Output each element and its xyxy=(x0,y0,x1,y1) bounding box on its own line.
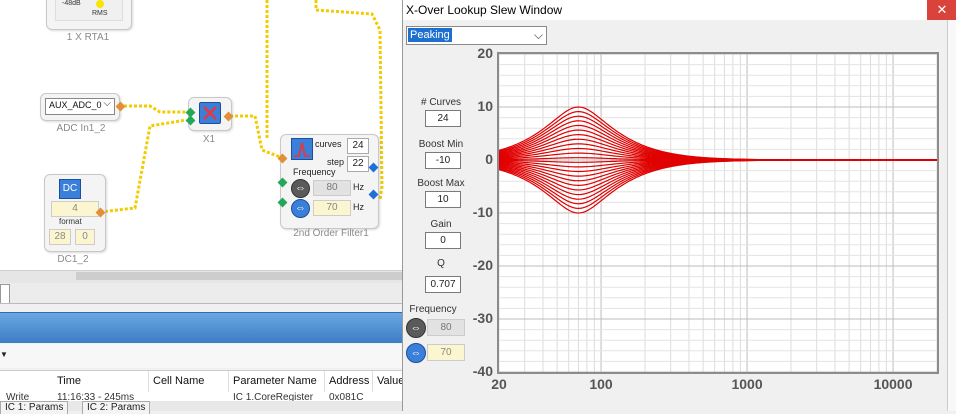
rta-value: -48dB xyxy=(62,0,81,7)
filter-block[interactable]: curves 24 step 22 Frequency ⇔ 80 Hz ⇔ 70… xyxy=(280,134,379,229)
x-tick-label: 20 xyxy=(491,376,507,392)
filter-response-icon xyxy=(291,138,313,160)
multiply-icon xyxy=(199,102,221,124)
dc-format-label: format xyxy=(59,217,82,226)
adc-select-value: AUX_ADC_0 xyxy=(49,100,102,110)
boost-max-label: Boost Max xyxy=(417,178,465,189)
boost-max-input[interactable]: 10 xyxy=(425,191,461,208)
rta-rms-label: RMS xyxy=(92,10,108,17)
filter-freq-a-value[interactable]: 80 xyxy=(313,180,351,196)
x-tick-label: 10000 xyxy=(873,376,913,392)
grid-header-cell-name[interactable]: Cell Name xyxy=(153,375,204,387)
adc-block[interactable]: AUX_ADC_0 ⌵ xyxy=(40,93,120,121)
mode-select[interactable]: Peaking ⌵ xyxy=(406,26,547,45)
y-tick-label: 0 xyxy=(485,151,493,167)
filter-freq-a-unit: Hz xyxy=(353,182,364,192)
mode-select-value: Peaking xyxy=(408,28,452,42)
tab-ic2-params[interactable]: IC 2: Params xyxy=(82,401,151,414)
canvas-scrollbar-thumb[interactable] xyxy=(76,272,404,280)
dc-format-a[interactable]: 28 xyxy=(49,229,71,245)
gain-input[interactable]: 0 xyxy=(425,232,461,249)
response-curve xyxy=(499,124,937,161)
frequency-a-input[interactable]: 80 xyxy=(427,319,465,336)
response-plot-svg xyxy=(499,54,937,372)
document-tab-strip xyxy=(0,283,404,304)
rta-block[interactable]: -48dB RMS xyxy=(46,0,132,30)
filter-freq-b-unit: Hz xyxy=(353,202,364,212)
close-button[interactable]: ✕ xyxy=(927,0,956,20)
schematic-canvas[interactable]: -48dB RMS 1 X RTA1 AUX_ADC_0 ⌵ ADC In1_2… xyxy=(0,0,404,270)
response-curve xyxy=(499,106,937,161)
rta-caption: 1 X RTA1 xyxy=(66,32,110,43)
filter-step-value[interactable]: 22 xyxy=(347,156,369,172)
rta-display: -48dB RMS xyxy=(55,0,123,21)
response-curve xyxy=(499,159,937,209)
frequency-a-button[interactable]: ⇔ xyxy=(406,318,426,338)
dc-icon: DC xyxy=(59,179,81,199)
document-tab[interactable] xyxy=(0,284,10,303)
y-tick-label: -20 xyxy=(472,257,493,273)
boost-min-label: Boost Min xyxy=(418,139,464,150)
chevron-down-icon: ⌵ xyxy=(533,28,543,42)
chevron-down-icon: ⌵ xyxy=(103,98,111,109)
response-plot[interactable] xyxy=(497,52,939,374)
grid-header-time[interactable]: Time xyxy=(57,375,81,387)
dc-caption: DC1_2 xyxy=(57,254,89,265)
y-tick-label: 10 xyxy=(477,98,493,114)
curves-label: # Curves xyxy=(420,97,461,108)
dropdown-arrow-icon[interactable]: ▼ xyxy=(0,350,8,359)
grid-header-parameter-name[interactable]: Parameter Name xyxy=(233,375,317,387)
filter-curves-label: curves xyxy=(315,139,342,149)
gain-label: Gain xyxy=(430,219,452,230)
tab-ic1-params[interactable]: IC 1: Params xyxy=(0,401,69,414)
x1-caption: X1 xyxy=(202,134,216,145)
y-tick-label: -30 xyxy=(472,310,493,326)
dc-value[interactable]: 4 xyxy=(51,201,99,217)
x-tick-label: 1000 xyxy=(731,376,763,392)
grid-header-address[interactable]: Address xyxy=(329,375,369,387)
frequency-b-input[interactable]: 70 xyxy=(427,344,465,361)
grid-header-value[interactable]: Value xyxy=(377,375,404,387)
q-label: Q xyxy=(437,258,445,269)
slew-window: X-Over Lookup Slew Window ✕ Peaking ⌵ # … xyxy=(402,0,956,411)
output-toolbar: ▼ xyxy=(0,344,404,368)
filter-curves-value[interactable]: 24 xyxy=(347,138,369,154)
x-tick-label: 100 xyxy=(589,376,613,392)
filter-frequency-label: Frequency xyxy=(293,167,336,177)
filter-freq-b-button[interactable]: ⇔ xyxy=(291,199,310,218)
filter-caption: 2nd Order Filter1 xyxy=(293,228,369,239)
peak-glyph xyxy=(294,142,310,157)
curves-input[interactable]: 24 xyxy=(425,110,461,127)
output-panel-header xyxy=(0,312,404,343)
window-side-strip xyxy=(947,20,956,411)
cross-glyph xyxy=(203,106,217,120)
response-curve xyxy=(499,159,937,214)
filter-freq-b-value[interactable]: 70 xyxy=(313,200,351,216)
param-grid-header: Time Cell Name Parameter Name Address Va… xyxy=(0,370,404,394)
frequency-b-button[interactable]: ⇔ xyxy=(406,343,426,363)
y-tick-label: -10 xyxy=(472,204,493,220)
adc-select[interactable]: AUX_ADC_0 ⌵ xyxy=(45,98,115,115)
y-tick-label: 20 xyxy=(477,45,493,61)
close-icon: ✕ xyxy=(936,2,948,17)
frequency-label: Frequency xyxy=(409,304,457,315)
response-curve xyxy=(499,111,937,161)
rta-indicator-icon xyxy=(96,0,104,8)
q-input[interactable]: 0.707 xyxy=(425,276,461,293)
adc-caption: ADC In1_2 xyxy=(56,123,106,134)
filter-step-label: step xyxy=(327,157,345,167)
boost-min-input[interactable]: -10 xyxy=(425,152,461,169)
response-curve xyxy=(499,159,937,196)
dc-format-b[interactable]: 0 xyxy=(75,229,95,245)
filter-freq-a-button[interactable]: ⇔ xyxy=(291,179,310,198)
window-title: X-Over Lookup Slew Window xyxy=(406,3,563,17)
window-titlebar[interactable]: X-Over Lookup Slew Window ✕ xyxy=(403,0,956,20)
